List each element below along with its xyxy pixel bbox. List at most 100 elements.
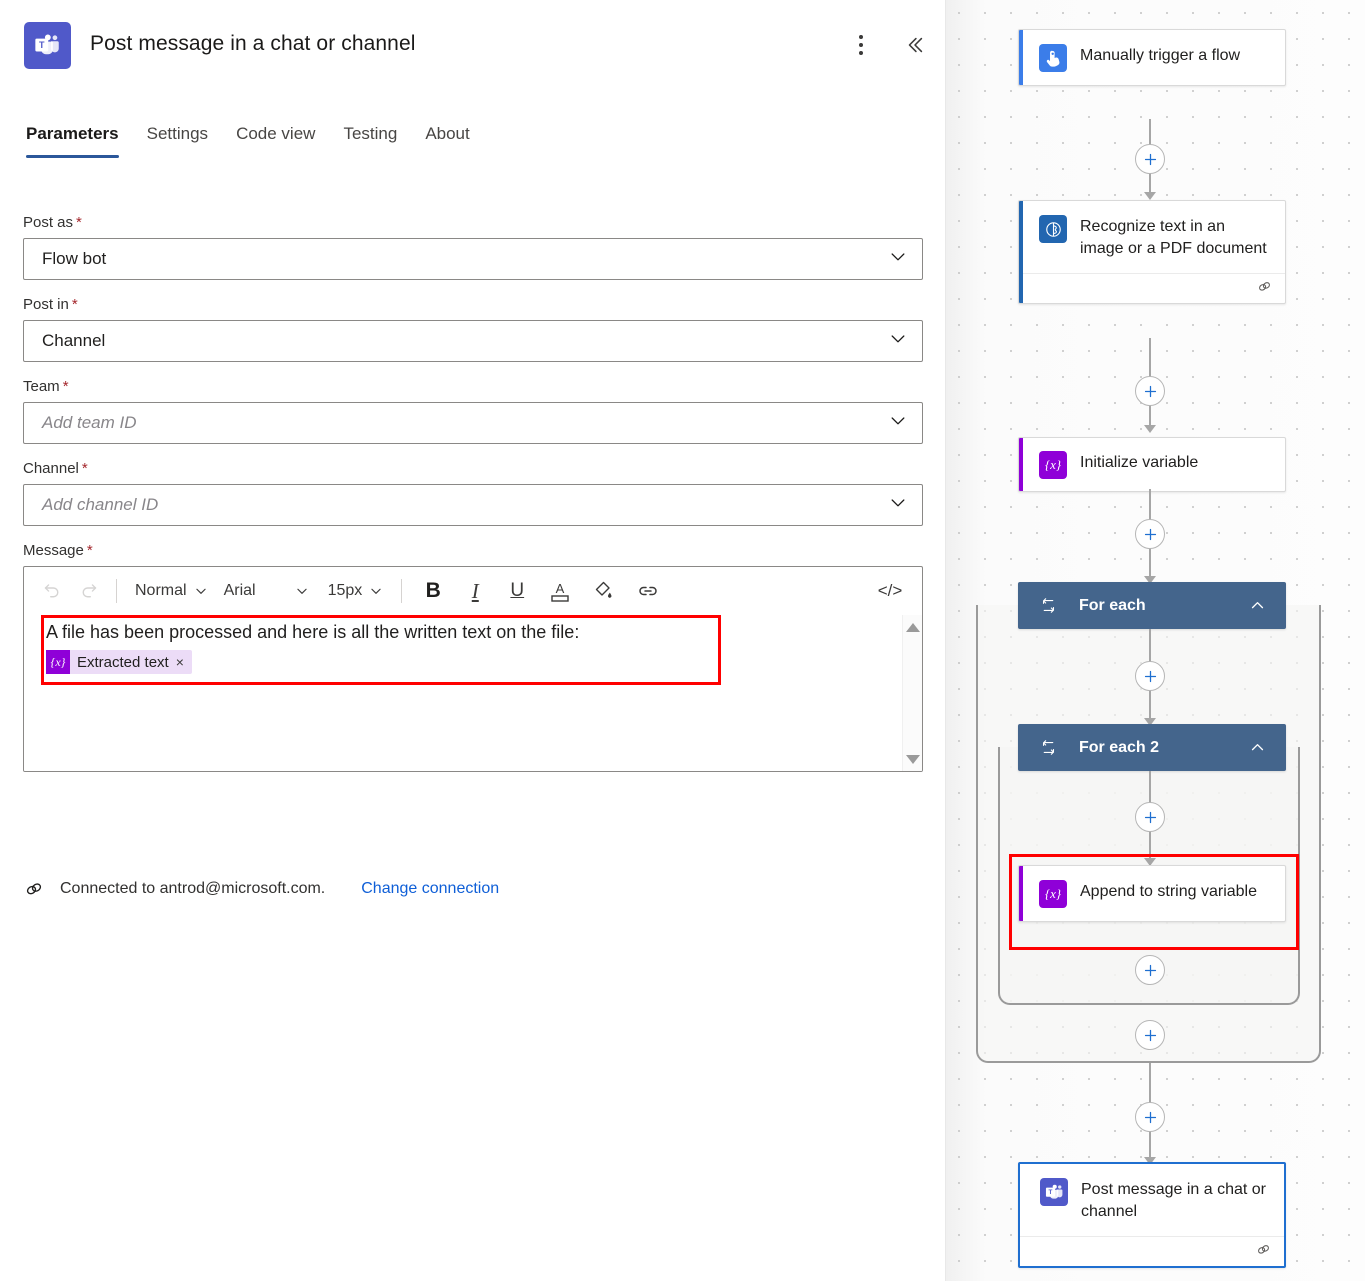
field-message: Message* [23, 542, 923, 772]
node-accent-bar [1019, 438, 1023, 491]
panel-header: T Post message in a chat or channel [0, 0, 946, 92]
flow-node-manually-trigger[interactable]: Manually trigger a flow [1018, 29, 1286, 86]
chain-link-icon [1256, 278, 1273, 300]
field-channel: Channel* Add channel ID [23, 460, 923, 526]
node-footer [1019, 273, 1285, 303]
tab-code-view[interactable]: Code view [222, 124, 329, 158]
text-style-value: Normal [135, 582, 187, 600]
team-dropdown[interactable]: Add team ID [23, 402, 923, 444]
italic-button[interactable]: I [454, 573, 496, 609]
tab-parameters[interactable]: Parameters [26, 124, 133, 158]
chevron-down-icon [194, 584, 208, 598]
field-post-in: Post in* Channel [23, 296, 923, 362]
tap-hand-icon [1039, 44, 1067, 72]
chain-link-icon [23, 878, 45, 900]
message-body[interactable]: A file has been processed and here is al… [24, 615, 922, 772]
change-connection-link[interactable]: Change connection [361, 880, 499, 898]
tab-settings[interactable]: Settings [133, 124, 222, 158]
teams-icon: T [24, 22, 71, 69]
double-chevron-left-icon[interactable] [898, 28, 932, 62]
label-channel: Channel* [23, 460, 923, 477]
variable-icon: {x} [46, 650, 70, 674]
undo-icon[interactable] [34, 573, 70, 609]
node-label: Recognize text in an image or a PDF docu… [1080, 214, 1271, 260]
token-label: Extracted text [77, 654, 169, 671]
label-post-as: Post as* [23, 214, 923, 231]
scroll-up-arrow-icon[interactable] [906, 623, 920, 632]
flow-node-initialize-variable[interactable]: {x} Initialize variable [1018, 437, 1286, 492]
svg-text:T: T [39, 40, 45, 50]
toolbar-divider [401, 579, 402, 603]
variable-glyph: {x} [1045, 886, 1061, 902]
tab-testing[interactable]: Testing [329, 124, 411, 158]
message-content: A file has been processed and here is al… [46, 619, 696, 674]
message-scrollbar[interactable] [902, 615, 922, 772]
link-icon[interactable] [626, 573, 670, 609]
field-team: Team* Add team ID [23, 378, 923, 444]
post-as-dropdown[interactable]: Flow bot [23, 238, 923, 280]
chevron-down-icon [888, 493, 908, 518]
label-team: Team* [23, 378, 923, 395]
node-accent-bar [1019, 866, 1023, 921]
message-text: A file has been processed and here is al… [46, 619, 696, 645]
variable-icon: {x} [1039, 451, 1067, 479]
dynamic-content-token[interactable]: {x} Extracted text × [46, 650, 192, 674]
flow-node-post-message[interactable]: T Post message in a chat or channel [1018, 1162, 1286, 1268]
node-accent-bar [1019, 201, 1023, 303]
text-style-dropdown[interactable]: Normal [127, 574, 216, 608]
flow-node-append-to-string-variable[interactable]: {x} Append to string variable [1018, 865, 1286, 922]
flow-canvas[interactable]: Manually trigger a flow Recognize text i… [946, 0, 1365, 1281]
font-size-value: 15px [328, 582, 363, 600]
chevron-down-icon [369, 584, 383, 598]
editor-toolbar: Normal Arial 15px B [24, 567, 922, 615]
label-message: Message* [23, 542, 923, 559]
code-view-label: </> [878, 581, 903, 601]
message-rich-text-editor[interactable]: Normal Arial 15px B [23, 566, 923, 772]
teams-icon: T [1040, 1178, 1068, 1206]
add-action-button-7[interactable] [1135, 1020, 1165, 1050]
add-action-button-4[interactable] [1135, 661, 1165, 691]
add-action-button-1[interactable] [1135, 144, 1165, 174]
add-action-button-5[interactable] [1135, 802, 1165, 832]
post-in-dropdown[interactable]: Channel [23, 320, 923, 362]
foreach-1-header[interactable]: For each [1018, 582, 1286, 629]
font-size-dropdown[interactable]: 15px [320, 574, 392, 608]
highlight-icon[interactable] [582, 573, 626, 609]
connector-arrow [1144, 425, 1156, 433]
code-view-icon[interactable]: </> [868, 573, 912, 609]
node-label: Manually trigger a flow [1080, 43, 1240, 67]
variable-glyph: {x} [1045, 457, 1061, 473]
loop-icon [1040, 739, 1057, 756]
foreach-2-header[interactable]: For each 2 [1018, 724, 1286, 771]
redo-icon[interactable] [70, 573, 106, 609]
svg-text:T: T [1048, 1189, 1052, 1196]
parameters-form: Post as* Flow bot Post in* Channel [23, 214, 923, 788]
channel-dropdown[interactable]: Add channel ID [23, 484, 923, 526]
chevron-down-icon [888, 411, 908, 436]
ai-brain-icon [1039, 215, 1067, 243]
token-remove-icon[interactable]: × [176, 654, 184, 670]
toolbar-divider [116, 579, 117, 603]
underline-button[interactable]: U [496, 573, 538, 609]
scroll-down-arrow-icon[interactable] [906, 755, 920, 764]
field-post-as: Post as* Flow bot [23, 214, 923, 280]
tab-about[interactable]: About [411, 124, 483, 158]
team-placeholder: Add team ID [42, 413, 137, 433]
add-action-button-3[interactable] [1135, 519, 1165, 549]
connector-arrow [1144, 192, 1156, 200]
chevron-up-icon[interactable] [1249, 597, 1266, 614]
page-title: Post message in a chat or channel [90, 32, 416, 56]
font-family-dropdown[interactable]: Arial [216, 574, 320, 608]
add-action-button-2[interactable] [1135, 376, 1165, 406]
chevron-up-icon[interactable] [1249, 739, 1266, 756]
connection-row: Connected to antrod@microsoft.com. Chang… [23, 878, 499, 900]
bold-button[interactable]: B [412, 573, 454, 609]
font-color-icon[interactable]: A [538, 573, 582, 609]
loop-label: For each [1079, 597, 1146, 615]
svg-text:A: A [556, 581, 565, 596]
flow-node-recognize-text[interactable]: Recognize text in an image or a PDF docu… [1018, 200, 1286, 304]
kebab-menu-icon[interactable] [848, 30, 874, 60]
add-action-button-6[interactable] [1135, 955, 1165, 985]
loop-icon [1040, 597, 1057, 614]
add-action-button-8[interactable] [1135, 1102, 1165, 1132]
